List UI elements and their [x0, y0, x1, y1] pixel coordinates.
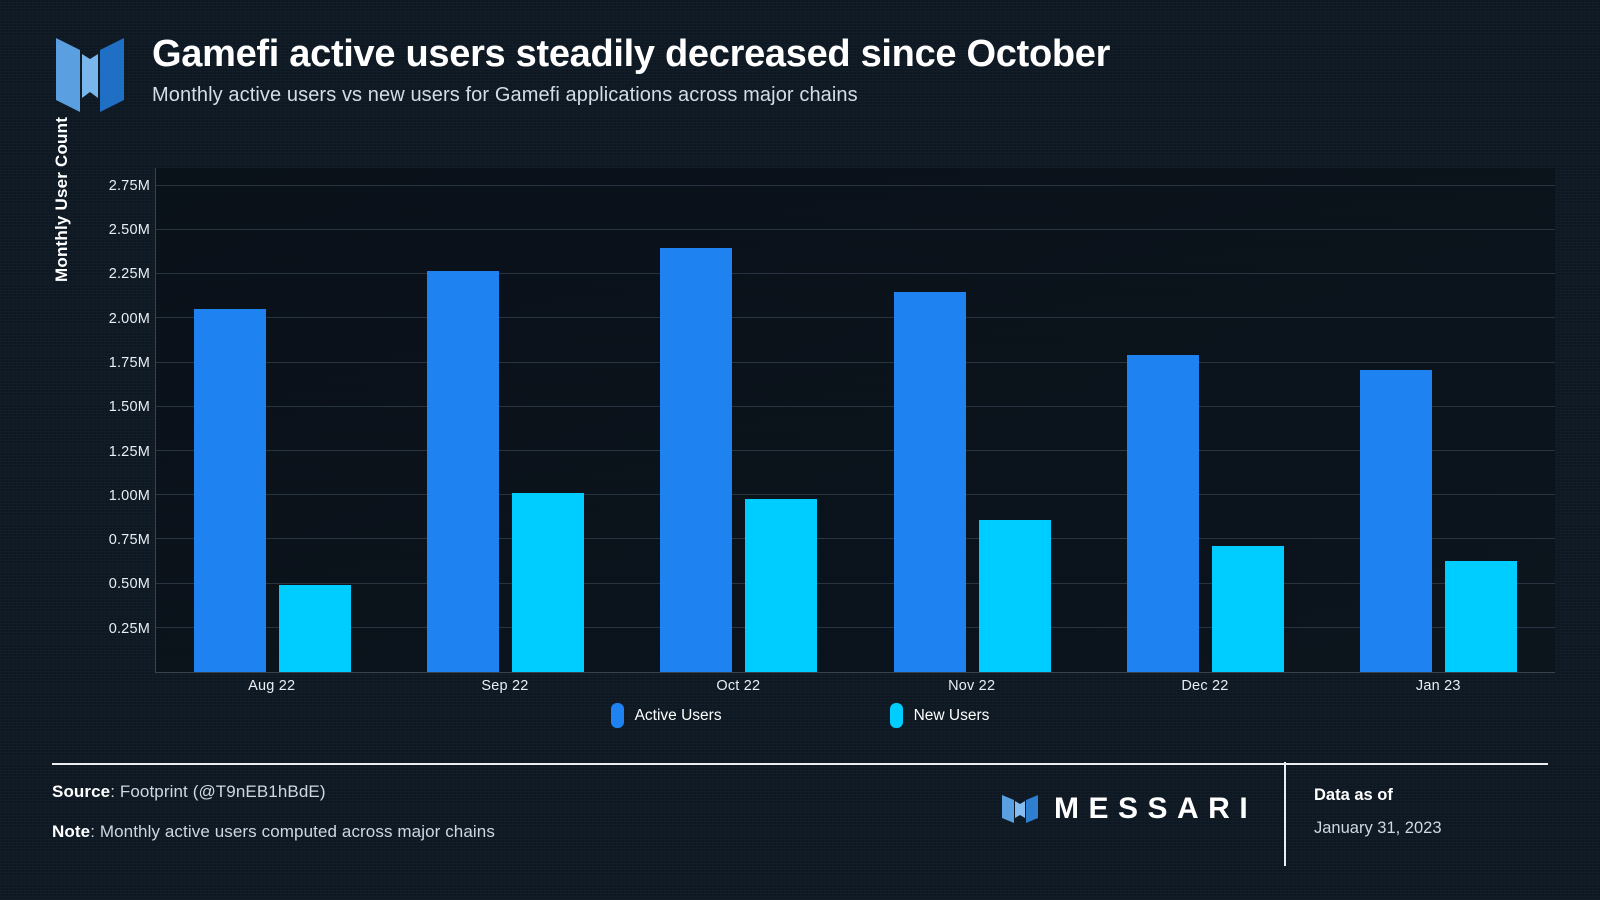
messari-m-logo-icon: [52, 32, 128, 118]
legend-item[interactable]: Active Users: [610, 703, 722, 728]
y-axis-tick-label: 0.25M: [108, 620, 150, 637]
data-as-of-date: January 31, 2023: [1314, 819, 1442, 837]
footer-notes: Source: Footprint (@T9nEB1hBdE) Note: Mo…: [52, 782, 495, 862]
x-axis-tick-label: Jan 23: [1415, 678, 1461, 694]
note-line: Note: Monthly active users computed acro…: [52, 822, 495, 842]
messari-m-logo-icon-small: [1000, 792, 1040, 826]
source-value: : Footprint (@T9nEB1hBdE): [110, 782, 326, 801]
footer-brand: MESSARI: [1000, 792, 1257, 826]
footer: Source: Footprint (@T9nEB1hBdE) Note: Mo…: [52, 762, 1548, 880]
x-axis-tick-label: Dec 22: [1181, 678, 1229, 694]
data-as-of-label: Data as of: [1314, 786, 1393, 804]
x-axis-tick-label: Nov 22: [948, 678, 996, 694]
bar-active-users[interactable]: [1126, 355, 1199, 672]
plot-area: [155, 168, 1555, 673]
footer-divider-vertical: [1284, 762, 1286, 866]
y-axis-tick-label: 1.50M: [108, 399, 150, 416]
bar-group: [1322, 168, 1555, 672]
bar-active-users[interactable]: [660, 247, 733, 672]
footer-divider-horizontal: [52, 763, 1548, 765]
note-label: Note: [52, 822, 91, 841]
bar-new-users[interactable]: [1444, 560, 1517, 672]
source-line: Source: Footprint (@T9nEB1hBdE): [52, 782, 495, 802]
y-axis-tick-label: 1.25M: [108, 443, 150, 460]
y-axis-tick-label: 1.00M: [108, 487, 150, 504]
x-axis-tick-labels: Aug 22 Sep 22 Oct 22 Nov 22 Dec 22 Jan 23: [155, 678, 1555, 694]
page-subtitle: Monthly active users vs new users for Ga…: [152, 84, 858, 107]
y-axis-title: Monthly User Count: [52, 116, 71, 282]
note-value: : Monthly active users computed across m…: [90, 822, 495, 841]
legend-swatch: [889, 703, 903, 728]
legend-item[interactable]: New Users: [889, 703, 990, 728]
legend-label: Active Users: [634, 706, 722, 724]
y-axis-tick-label: 0.75M: [108, 532, 150, 549]
bar-group: [622, 168, 855, 672]
y-axis-tick-label: 2.50M: [108, 222, 150, 239]
y-axis-tick-label: 2.00M: [108, 310, 150, 327]
bar-active-users[interactable]: [893, 291, 966, 672]
bar-new-users[interactable]: [279, 585, 352, 672]
x-axis-tick-label: Sep 22: [481, 678, 529, 694]
bar-active-users[interactable]: [1359, 369, 1432, 672]
bar-active-users[interactable]: [194, 309, 267, 672]
y-axis-tick-label: 1.75M: [108, 354, 150, 371]
y-axis-tick-labels: 0.25M 0.50M 0.75M 1.00M 1.25M 1.50M 1.75M 2.00M…: [84, 160, 150, 680]
x-axis-tick-label: Oct 22: [716, 678, 761, 694]
bar-new-users[interactable]: [978, 519, 1051, 672]
bar-new-users[interactable]: [512, 493, 585, 672]
bar-groups: [156, 168, 1555, 672]
legend-label: New Users: [913, 706, 990, 724]
bar-group: [389, 168, 622, 672]
header: Gamefi active users steadily decreased s…: [52, 28, 1560, 118]
page-title: Gamefi active users steadily decreased s…: [152, 33, 1111, 75]
bar-new-users[interactable]: [745, 498, 818, 672]
chart-legend: Active Users New Users: [0, 703, 1600, 728]
legend-swatch: [610, 703, 624, 728]
infographic-page: Gamefi active users steadily decreased s…: [0, 0, 1600, 900]
source-label: Source: [52, 782, 111, 801]
y-axis-tick-label: 2.25M: [108, 266, 150, 283]
y-axis-tick-label: 0.50M: [108, 576, 150, 593]
y-axis-tick-label: 2.75M: [108, 177, 150, 194]
title-block: Gamefi active users steadily decreased s…: [152, 28, 1110, 107]
bar-group: [856, 168, 1089, 672]
x-axis-tick-label: Aug 22: [248, 678, 296, 694]
messari-wordmark: MESSARI: [1054, 792, 1258, 825]
bar-group: [156, 168, 389, 672]
bar-new-users[interactable]: [1211, 546, 1284, 672]
data-as-of-block: Data as of January 31, 2023: [1314, 786, 1442, 838]
bar-group: [1089, 168, 1322, 672]
bar-active-users[interactable]: [427, 270, 500, 672]
